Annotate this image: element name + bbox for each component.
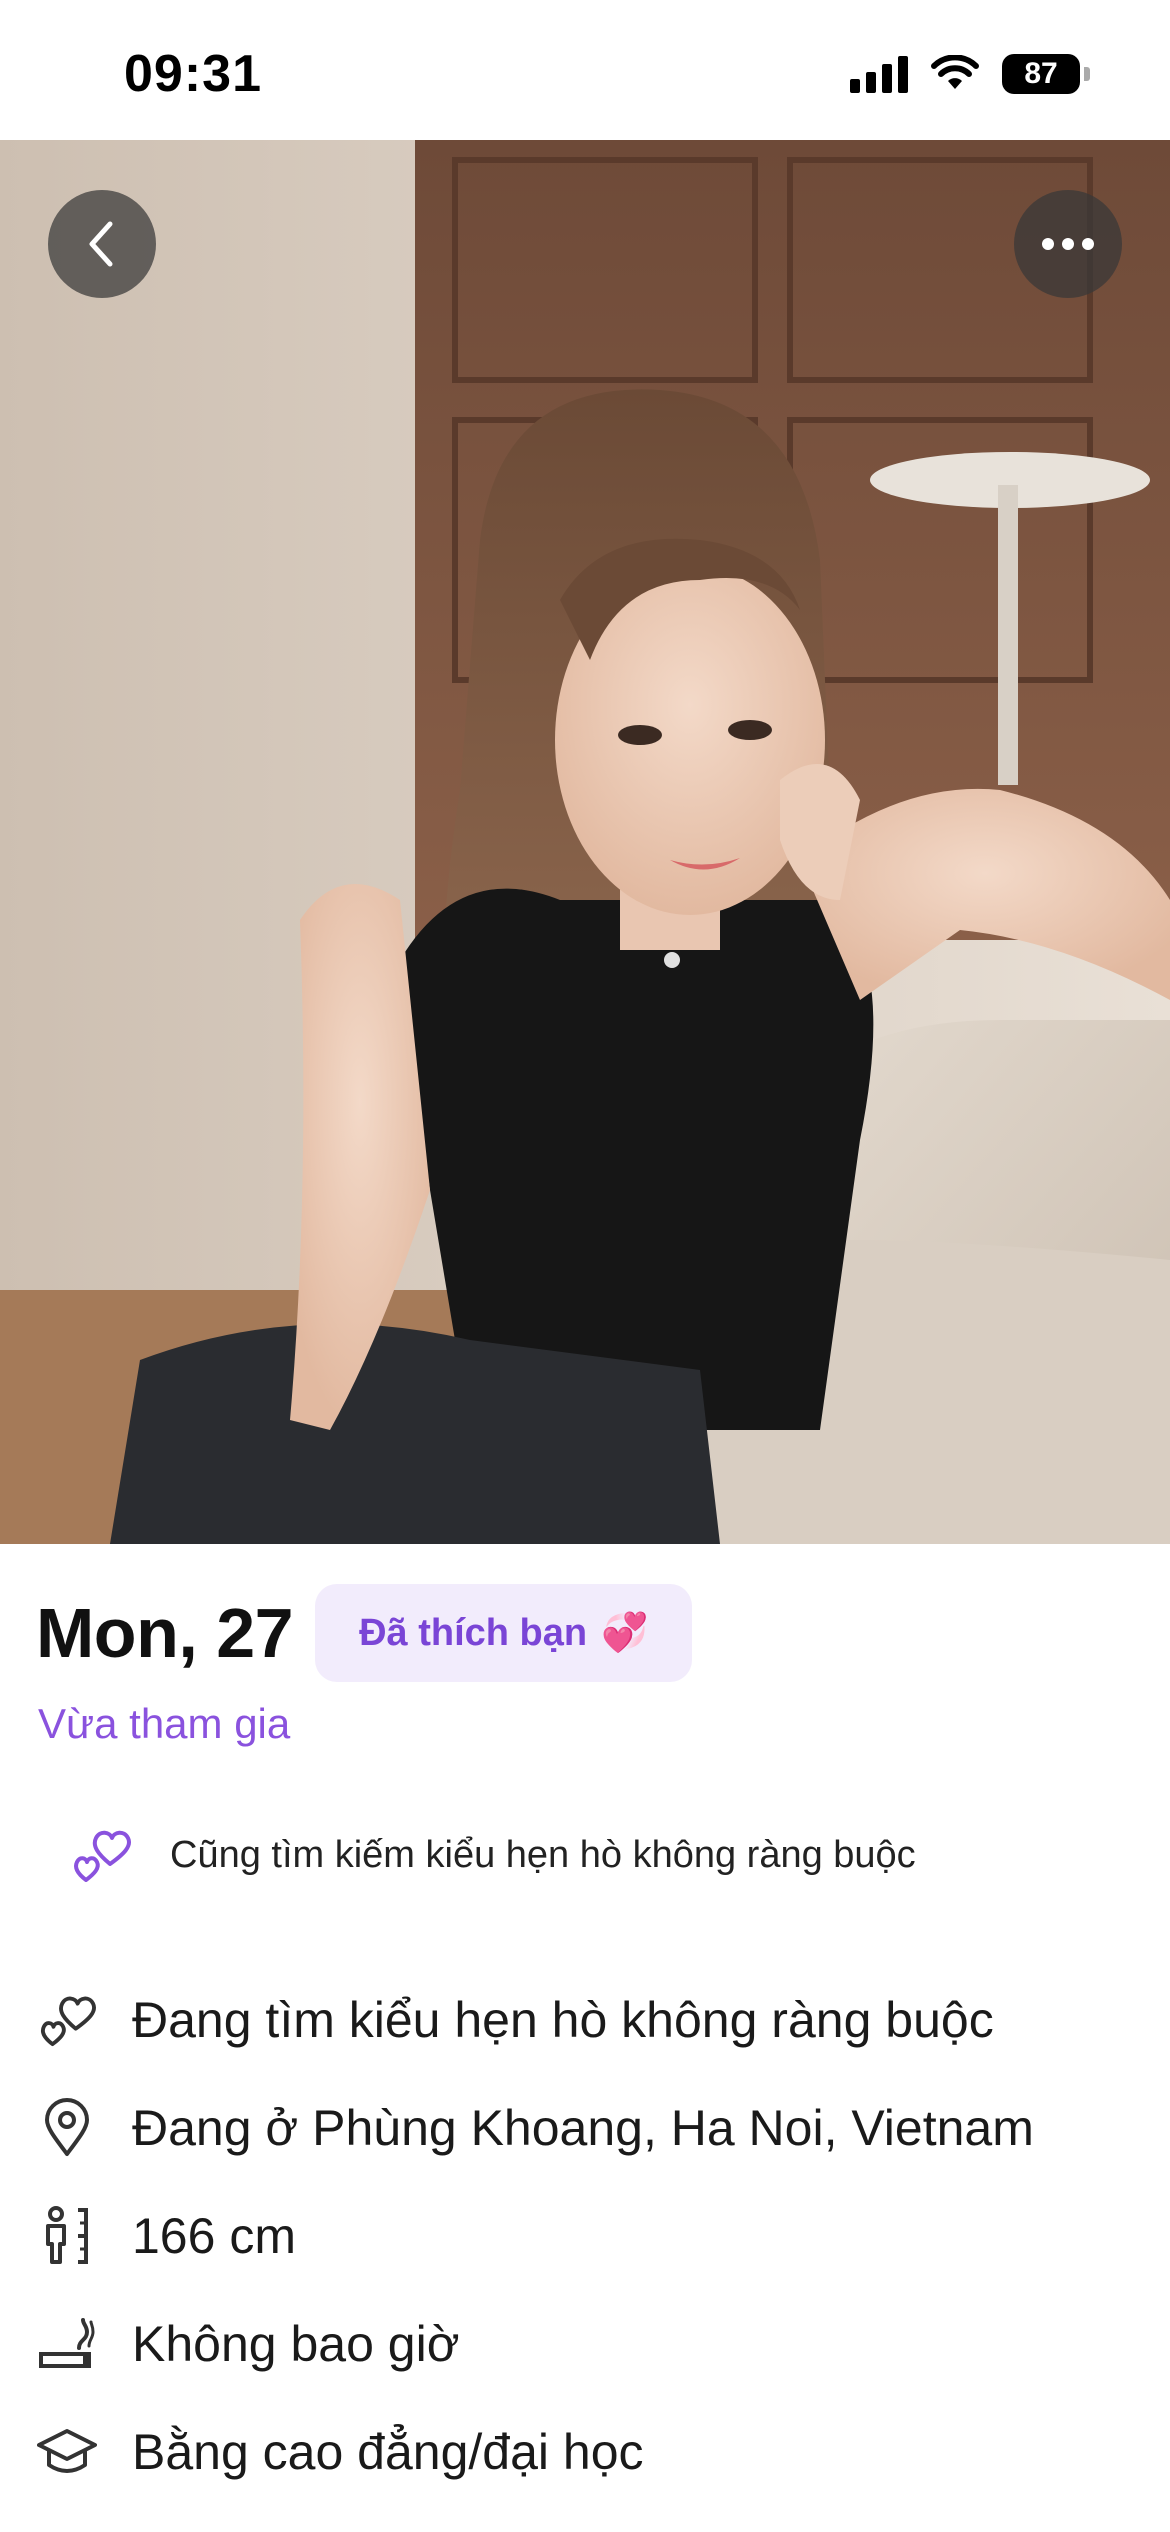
liked-you-text: Đã thích bạn [359,1611,588,1654]
wifi-icon [931,55,979,89]
back-button[interactable] [48,190,156,298]
battery-icon: 87 [1002,54,1090,94]
detail-location: Đang ở Phùng Khoang, Ha Noi, Vietnam [36,2074,1136,2182]
detail-text: Không bao giờ [132,2316,460,2372]
more-options-button[interactable] [1014,190,1122,298]
shared-intent-text: Cũng tìm kiếm kiểu hẹn hò không ràng buộ… [170,1833,916,1876]
more-horizontal-icon [1042,238,1094,250]
profile-photo-image [0,140,1170,1544]
status-icons: 87 [850,54,1090,94]
smoking-icon [36,2313,98,2375]
detail-text: Đang ở Phùng Khoang, Ha Noi, Vietnam [132,2100,1034,2156]
detail-smoking: Không bao giờ [36,2290,1136,2398]
profile-details-list: Đang tìm kiểu hẹn hò không ràng buộc Đan… [36,1966,1136,2506]
name-age: Mon, 27 [36,1594,294,1672]
hearts-outline-icon [36,1989,98,2051]
detail-text: 166 cm [132,2208,296,2264]
liked-you-badge: Đã thích bạn 💞 [315,1584,693,1682]
name-row: Mon, 27 Đã thích bạn 💞 [36,1584,693,1682]
profile-photo[interactable] [0,140,1170,1544]
hearts-emoji: 💞 [601,1612,649,1654]
status-bar: 09:31 87 [0,0,1170,140]
detail-relationship-goal: Đang tìm kiểu hẹn hò không ràng buộc [36,1966,1136,2074]
battery-level: 87 [1002,54,1080,94]
chevron-left-icon [89,221,113,267]
signal-icon [850,55,908,93]
joined-status: Vừa tham gia [38,1700,291,1747]
status-time: 09:31 [124,45,262,103]
detail-height: 166 cm [36,2182,1136,2290]
hearts-icon [74,1830,131,1882]
location-pin-icon [36,2097,98,2159]
height-icon [36,2205,98,2267]
graduation-cap-icon [36,2421,98,2483]
detail-education: Bằng cao đẳng/đại học [36,2398,1136,2506]
detail-text: Đang tìm kiểu hẹn hò không ràng buộc [132,1992,994,2048]
shared-intent-row: Cũng tìm kiếm kiểu hẹn hò không ràng buộ… [70,1826,916,1884]
detail-text: Bằng cao đẳng/đại học [132,2424,644,2480]
